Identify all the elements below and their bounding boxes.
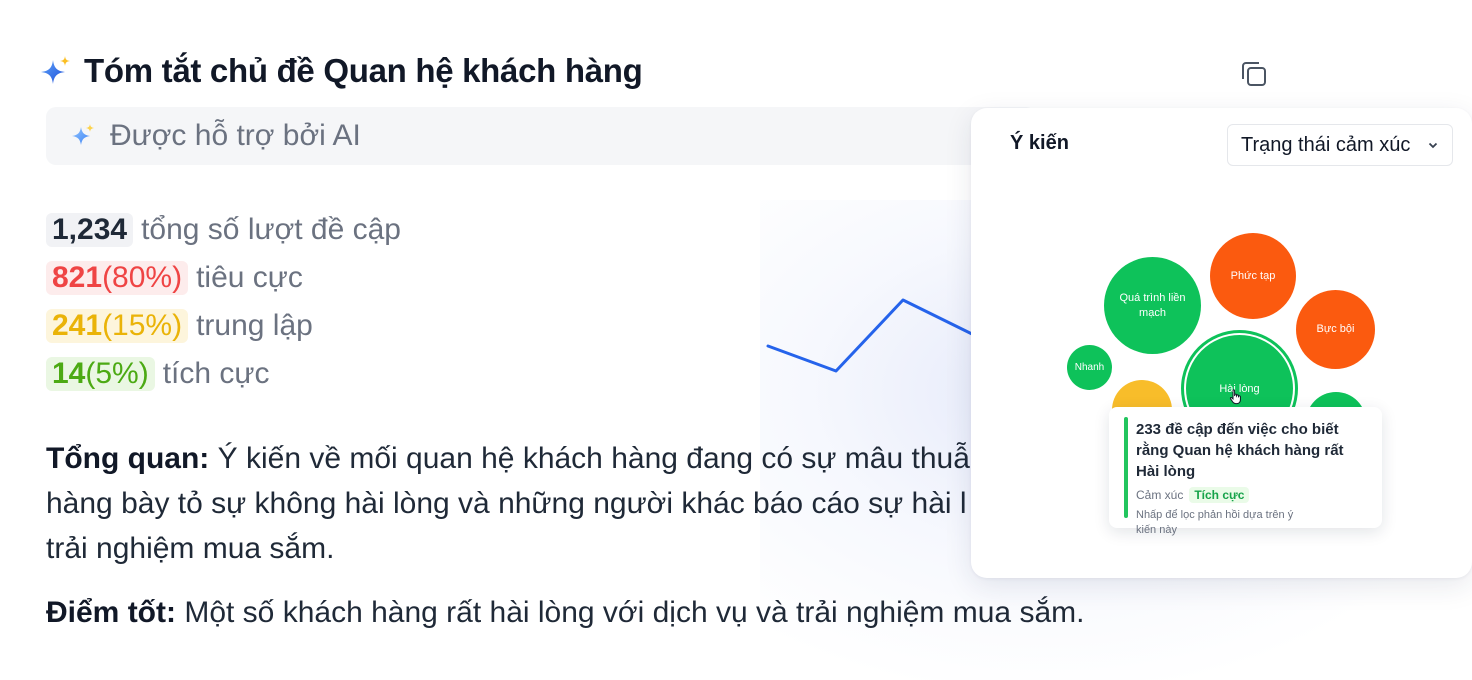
bubble-seamless-process[interactable]: Quá trình liền mạch [1104,257,1201,354]
strengths-heading: Điểm tốt: [46,596,176,629]
strengths-text: Một số khách hàng rất hài lòng với dịch … [176,596,1085,629]
bubble-fast[interactable]: Nhanh [1067,345,1112,390]
sparkles-icon [41,56,70,84]
bubble-complex[interactable]: Phức tạp [1210,233,1296,319]
chevron-down-icon [1428,142,1438,149]
tooltip-headline: 233 đề cập đến việc cho biết rằng Quan h… [1136,421,1344,480]
ai-powered-bar: Được hỗ trợ bởi AI [46,107,1036,165]
tooltip-accent-bar [1124,417,1128,518]
positive-count-badge: 14(5%) [46,357,155,391]
sentiment-select-value: Trạng thái cảm xúc [1241,133,1411,156]
copy-icon [1242,62,1266,86]
tooltip-hint: Nhấp để lọc phản hồi dựa trên ý kiến này [1136,509,1294,536]
copy-button[interactable] [1236,56,1272,92]
overview-paragraph: Tổng quan: Ý kiến về mối quan hệ khách h… [46,436,976,571]
mention-stats: 1,234 tổng số lượt đề cập 821(80%) tiêu … [46,206,401,398]
opinion-tooltip[interactable]: 233 đề cập đến việc cho biết rằng Quan h… [1109,407,1382,536]
page-title: Tóm tắt chủ đề Quan hệ khách hàng [84,52,643,89]
neutral-label: trung lập [196,309,313,342]
negative-label: tiêu cực [196,261,303,294]
strengths-paragraph: Điểm tốt: Một số khách hàng rất hài lòng… [46,590,1246,635]
ai-powered-label: Được hỗ trợ bởi AI [110,119,361,152]
sentiment-select[interactable]: Trạng thái cảm xúc [1227,124,1453,166]
title-row: Tóm tắt chủ đề Quan hệ khách hàng [38,52,643,90]
stat-neutral: 241(15%) trung lập [46,302,401,350]
opinion-card-title: Ý kiến [1010,132,1069,154]
stat-total: 1,234 tổng số lượt đề cập [46,206,401,254]
tooltip-sentiment-row: Cảm xúc Tích cực [1136,487,1370,503]
total-label: tổng số lượt đề cập [141,213,401,246]
stat-negative: 821(80%) tiêu cực [46,254,401,302]
neutral-count-badge: 241(15%) [46,309,189,343]
positive-label: tích cực [162,357,270,390]
sparkles-icon [72,124,94,145]
negative-count-badge: 821(80%) [46,261,189,295]
hand-pointer-icon [1229,389,1241,405]
bubble-frustrated[interactable]: Bực bội [1296,290,1375,369]
trend-line-decoration [766,298,974,373]
total-count-badge: 1,234 [46,213,134,247]
tooltip-sentiment-label: Cảm xúc [1136,488,1184,502]
stat-positive: 14(5%) tích cực [46,350,401,398]
tooltip-sentiment-badge: Tích cực [1189,487,1250,503]
overview-heading: Tổng quan: [46,442,210,475]
